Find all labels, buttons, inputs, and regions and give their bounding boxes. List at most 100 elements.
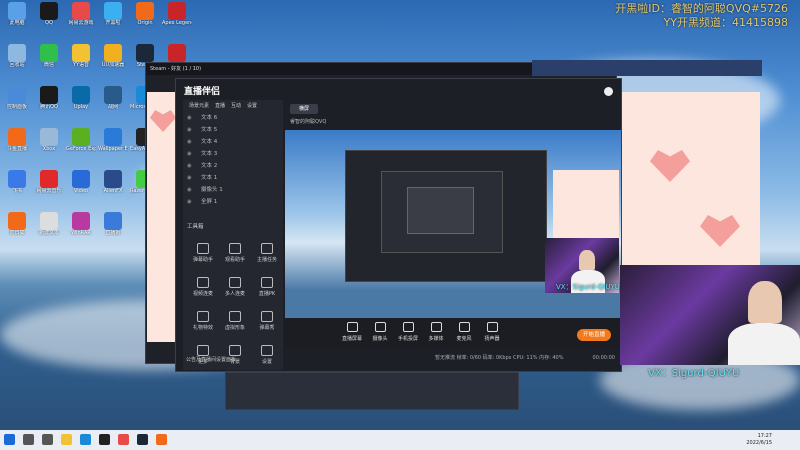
tool-icon <box>261 345 273 356</box>
scene-label: 文本 6 <box>201 115 218 121</box>
desktop-icon[interactable]: 腾讯QQ <box>34 86 64 120</box>
desktop-icon-label: 直播姬 <box>105 230 121 236</box>
tool-button[interactable]: 背景 <box>223 341 247 367</box>
tool-label: 观看助手 <box>224 257 245 263</box>
desktop-icon[interactable]: 微信 <box>34 44 64 78</box>
explorer-icon[interactable] <box>61 434 72 445</box>
desktop-icon-label: Video <box>73 188 88 194</box>
desktop-icon[interactable]: 此电脑 <box>2 2 32 36</box>
tool-button[interactable]: 主播任务 <box>255 239 279 265</box>
scene-item[interactable]: ◉ 全屏 1 <box>183 196 283 208</box>
app-icon <box>104 128 122 146</box>
source-button[interactable]: 手机投屏 <box>397 322 419 342</box>
task-view-icon[interactable] <box>42 434 53 445</box>
app-icon <box>40 2 58 20</box>
desktop-icon[interactable]: 网易云音乐 <box>34 170 64 204</box>
desktop-icon[interactable]: UU加速器 <box>98 44 128 78</box>
scene-item[interactable]: ◉ 文本 6 <box>183 112 283 124</box>
desktop-icon[interactable]: Video <box>66 170 96 204</box>
desktop-icon[interactable]: Apex Legends <box>162 2 192 36</box>
tool-button[interactable]: 弹幕秀 <box>255 307 279 333</box>
eye-icon[interactable]: ◉ <box>187 148 192 160</box>
desktop-icon[interactable]: 新建文本 <box>34 212 64 246</box>
source-button[interactable]: 多媒体 <box>425 322 447 342</box>
source-button[interactable]: 麦克风 <box>453 322 475 342</box>
desktop-icon[interactable]: 直播姬 <box>98 212 128 246</box>
desktop-icon[interactable]: 斗鱼直播 <box>2 128 32 162</box>
eye-icon[interactable]: ◉ <box>187 136 192 148</box>
source-icon <box>402 322 414 332</box>
taskbar: 17:27 2022/6/15 <box>0 430 800 450</box>
windows-icon[interactable] <box>4 434 15 445</box>
tool-button[interactable]: 更多 <box>191 341 215 367</box>
eye-icon[interactable]: ◉ <box>187 172 192 184</box>
desktop-icon[interactable]: 回收站 <box>2 44 32 78</box>
tool-button[interactable]: 弹幕助手 <box>191 239 215 265</box>
source-icon <box>458 322 470 332</box>
app-icon <box>40 128 58 146</box>
desktop-icon[interactable]: 开黑啦 <box>98 2 128 36</box>
eye-icon[interactable]: ◉ <box>187 184 192 196</box>
eye-icon[interactable]: ◉ <box>187 124 192 136</box>
tool-label: 主播任务 <box>256 257 277 263</box>
desktop-icon[interactable]: YY语音 <box>66 44 96 78</box>
sidebar-tab[interactable]: 设置 <box>247 100 257 112</box>
desktop-icon[interactable]: Wallpaper Engine <box>98 128 128 162</box>
desktop-icon[interactable]: 飞书 <box>2 170 32 204</box>
scene-item[interactable]: ◉ 文本 2 <box>183 160 283 172</box>
desktop-icon-label: Xbox <box>42 146 56 152</box>
desktop-icon[interactable]: Xbox <box>34 128 64 162</box>
scene-item[interactable]: ◉ 摄像头 1 <box>183 184 283 196</box>
desktop-icon[interactable]: QQ <box>34 2 64 36</box>
tool-button[interactable]: 视频连麦 <box>191 273 215 299</box>
sidebar-tab[interactable]: 互动 <box>231 100 241 112</box>
source-button[interactable]: 摄像头 <box>369 322 391 342</box>
tool-button[interactable]: 多人连麦 <box>223 273 247 299</box>
app-icon <box>8 2 26 20</box>
desktop-icon[interactable]: 向日葵 <box>2 212 32 246</box>
status-text: 暂无推流 帧率: 0/60 码率: 0Kbps CPU: 11% 内存: 40% <box>435 355 564 361</box>
obs-icon[interactable] <box>99 434 110 445</box>
search-icon[interactable] <box>23 434 34 445</box>
scene-item[interactable]: ◉ 文本 3 <box>183 148 283 160</box>
app-icon[interactable] <box>118 434 129 445</box>
desktop-icon[interactable]: WinRAR <box>66 212 96 246</box>
system-clock[interactable]: 17:27 2022/6/15 <box>746 433 772 447</box>
desktop-icon[interactable]: Origin <box>130 2 160 36</box>
scene-item[interactable]: ◉ 文本 4 <box>183 136 283 148</box>
douyu-icon[interactable] <box>156 434 167 445</box>
sidebar-tab[interactable]: 直播 <box>215 100 225 112</box>
source-button[interactable]: 扬声器 <box>481 322 503 342</box>
tool-button[interactable]: 观看助手 <box>223 239 247 265</box>
tool-button[interactable]: 礼物特效 <box>191 307 215 333</box>
pink-background-right <box>618 92 760 267</box>
scene-label: 文本 3 <box>201 151 218 157</box>
tool-button[interactable]: 设置 <box>255 341 279 367</box>
desktop-icon[interactable]: 网易云游戏 <box>66 2 96 36</box>
desktop-icon[interactable]: Uplay <box>66 86 96 120</box>
edge-icon[interactable] <box>80 434 91 445</box>
start-live-button[interactable]: 开始直播 <box>577 329 611 341</box>
watermark-line1: 开黑啦ID：睿智的阿聪QVQ#5726 <box>615 2 788 15</box>
minimized-window[interactable] <box>225 372 519 410</box>
eye-icon[interactable]: ◉ <box>187 112 192 124</box>
desktop-icon[interactable]: 控制面板 <box>2 86 32 120</box>
desktop-icon[interactable]: AlienFX <box>98 170 128 204</box>
sidebar-tab[interactable]: 场景元素 <box>189 100 209 112</box>
app-icon <box>40 170 58 188</box>
source-icon <box>346 322 358 332</box>
scene-item[interactable]: ◉ 文本 5 <box>183 124 283 136</box>
tab-landscape[interactable]: 横屏 <box>290 104 318 114</box>
desktop: 此电脑 QQ 网易云游戏 开黑啦 Origin Apex Legends 回收站 微信 YY语音… <box>0 0 800 430</box>
source-icon <box>374 322 386 332</box>
steam-icon[interactable] <box>137 434 148 445</box>
desktop-icon[interactable]: 战网 <box>98 86 128 120</box>
eye-icon[interactable]: ◉ <box>187 160 192 172</box>
source-button[interactable]: 直播屏幕 <box>341 322 363 342</box>
user-avatar[interactable] <box>604 87 613 96</box>
desktop-icon[interactable]: GeForce Experience <box>66 128 96 162</box>
tool-button[interactable]: 虚拟形象 <box>223 307 247 333</box>
scene-item[interactable]: ◉ 文本 1 <box>183 172 283 184</box>
tool-button[interactable]: 直播PK <box>255 273 279 299</box>
eye-icon[interactable]: ◉ <box>187 196 192 208</box>
